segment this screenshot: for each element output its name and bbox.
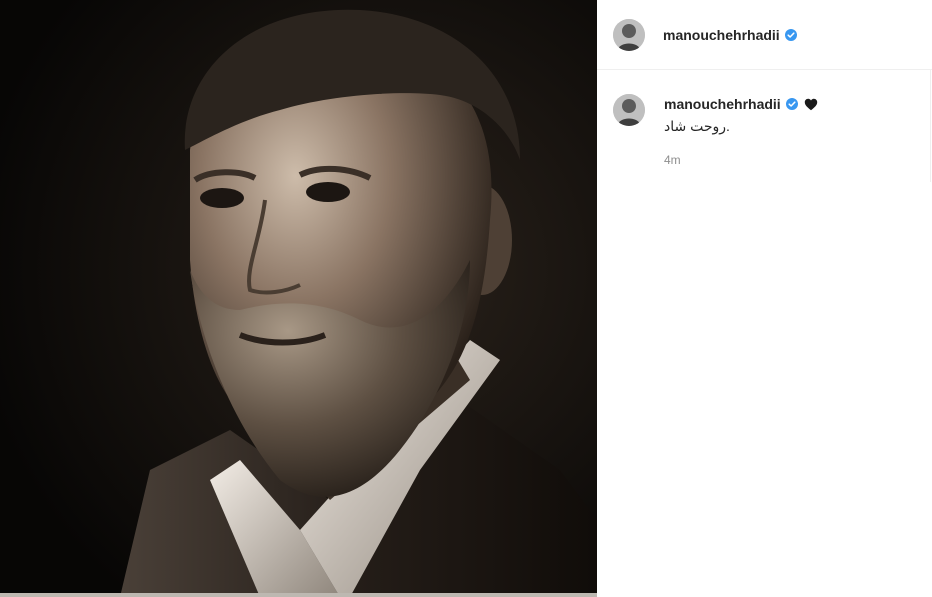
post-image[interactable]: [0, 0, 597, 597]
caption-header: manouchehrhadii: [664, 96, 924, 112]
image-bottom-strip: [0, 593, 597, 597]
verified-badge-icon: [784, 28, 797, 41]
caption-text: روحت شاد.: [664, 118, 730, 134]
author-username[interactable]: manouchehrhadii: [663, 27, 780, 43]
caption-timestamp[interactable]: 4m: [664, 153, 924, 167]
caption-username[interactable]: manouchehrhadii: [664, 96, 781, 112]
post-side-panel: manouchehrhadii manouchehrhadii روحت شاد…: [597, 0, 932, 597]
portrait-image: [0, 0, 597, 597]
verified-badge-icon: [785, 98, 798, 110]
black-heart-icon: [804, 98, 817, 110]
post-header: manouchehrhadii: [597, 0, 932, 70]
author-avatar[interactable]: [613, 18, 645, 51]
caption-body: manouchehrhadii روحت شاد. 4m: [664, 96, 924, 167]
caption-avatar[interactable]: [613, 94, 645, 126]
